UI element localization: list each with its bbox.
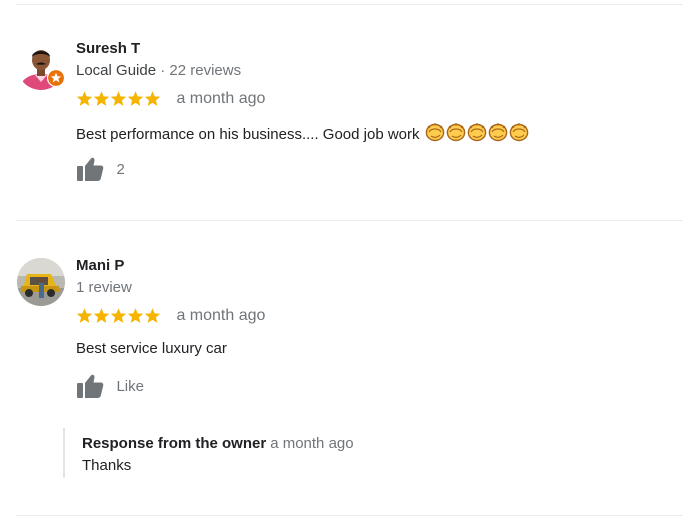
clapping-hands-icon (424, 122, 529, 143)
owner-response-text: Thanks (82, 457, 132, 474)
owner-response-title: Response from the owner (82, 435, 267, 452)
review-count: · 22 reviews (156, 62, 242, 79)
like-button[interactable]: Like (76, 373, 144, 401)
review-text: Best service luxury car (76, 340, 227, 357)
owner-response-time: a month ago (270, 435, 354, 452)
owner-response: Response from the owner a month ago Thank… (63, 428, 642, 478)
review-divider-bottom (16, 515, 683, 516)
review-text-body: Best performance on his business.... Goo… (76, 126, 424, 143)
star-rating (76, 90, 162, 108)
local-guide-label: Local Guide (76, 62, 157, 79)
thumbs-up-icon (77, 374, 104, 398)
thumbs-up-icon (77, 157, 104, 181)
reviewer-meta[interactable]: 1 review (76, 279, 132, 296)
rating-row: a month ago (76, 307, 265, 327)
review-time: a month ago (176, 90, 266, 107)
owner-response-header: Response from the owner a month ago (82, 428, 642, 454)
like-label: Like (116, 377, 144, 395)
review-divider-top (16, 4, 683, 5)
reviewer-avatar[interactable] (17, 258, 65, 306)
reviewer-name[interactable]: Mani P (76, 257, 124, 274)
car-photo-icon (17, 258, 65, 306)
review-divider (16, 220, 683, 221)
five-star-icon (76, 91, 161, 106)
rating-row: a month ago (76, 90, 265, 110)
star-rating (76, 307, 162, 325)
reviewer-name[interactable]: Suresh T (76, 40, 140, 57)
reviewer-meta[interactable]: Local Guide · 22 reviews (76, 62, 241, 79)
review-time: a month ago (176, 307, 266, 324)
review-count: 1 review (76, 279, 132, 296)
like-button[interactable]: 2 (76, 156, 125, 184)
five-star-icon (76, 308, 161, 323)
local-guide-star-icon (47, 69, 65, 87)
reviewer-avatar[interactable] (17, 42, 65, 90)
review-text: Best performance on his business.... Goo… (76, 122, 529, 143)
like-count: 2 (116, 160, 125, 178)
